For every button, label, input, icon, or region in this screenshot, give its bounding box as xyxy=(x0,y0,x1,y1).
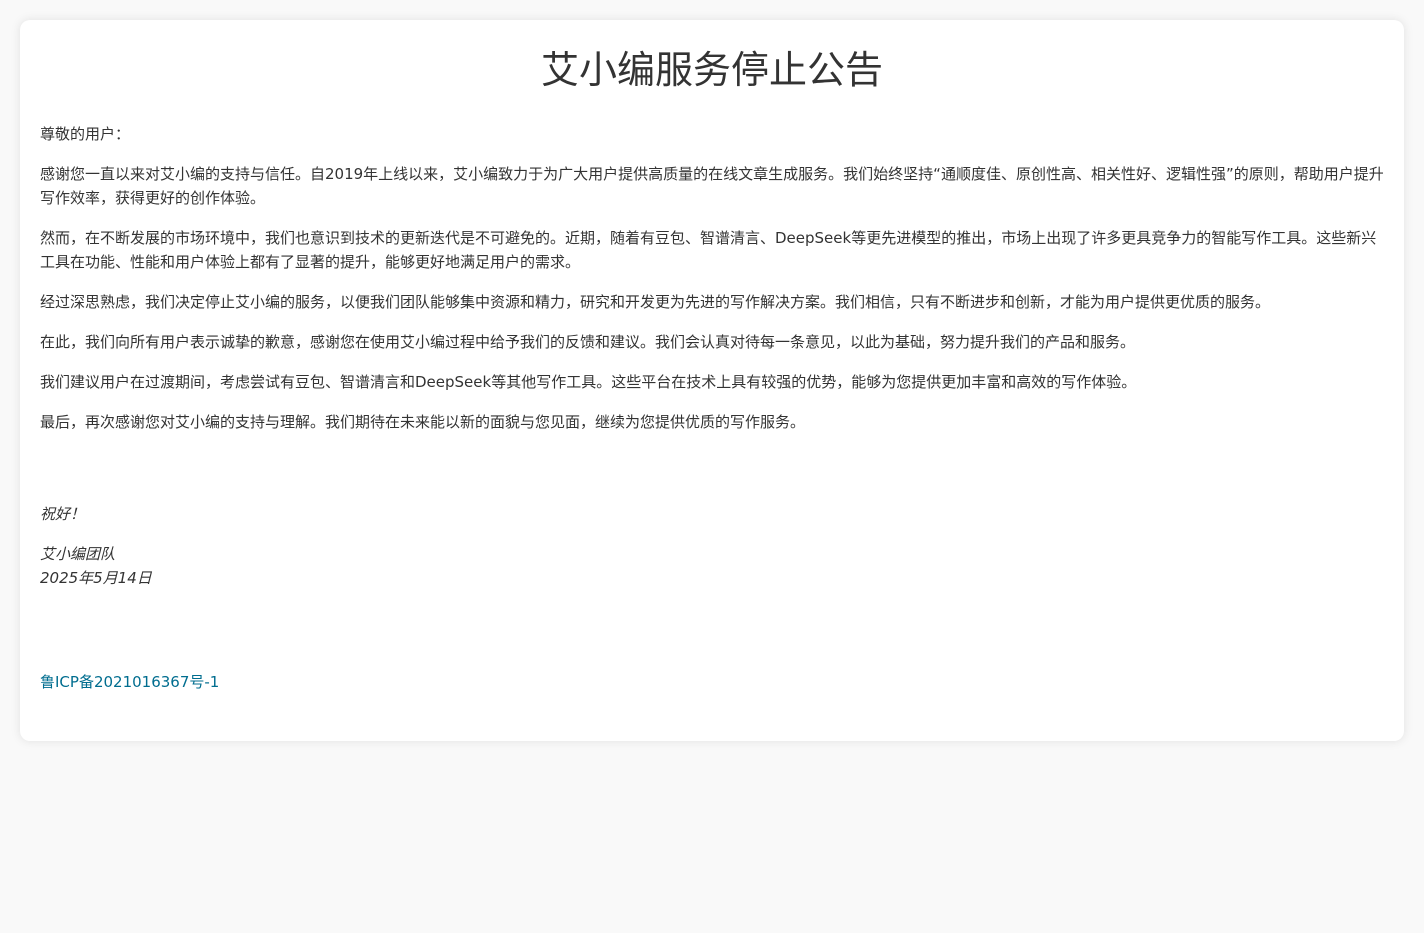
paragraph-apology: 在此，我们向所有用户表示诚挚的歉意，感谢您在使用艾小编过程中给予我们的反馈和建议… xyxy=(40,333,1136,351)
paragraph-thanks: 感谢您一直以来对艾小编的支持与信任。自2019年上线以来，艾小编致力于为广大用户… xyxy=(40,165,1384,207)
icp-link[interactable]: 鲁ICP备2021016367号-1 xyxy=(40,673,219,691)
notice-body: 尊敬的用户： 感谢您一直以来对艾小编的支持与信任。自2019年上线以来，艾小编致… xyxy=(40,122,1384,434)
notice-card: 艾小编服务停止公告 尊敬的用户： 感谢您一直以来对艾小编的支持与信任。自2019… xyxy=(20,20,1404,741)
paragraph-closing: 最后，再次感谢您对艾小编的支持与理解。我们期待在未来能以新的面貌与您见面，继续为… xyxy=(40,413,806,431)
signoff: 祝好！ 艾小编团队 2025年5月14日 xyxy=(40,502,1384,590)
paragraph-suggestion: 我们建议用户在过渡期间，考虑尝试有豆包、智谱清言和DeepSeek等其他写作工具… xyxy=(40,373,1137,391)
greeting: 祝好！ xyxy=(40,505,86,523)
signature-block: 艾小编团队 2025年5月14日 xyxy=(40,542,1384,590)
signature-date: 2025年5月14日 xyxy=(40,569,152,587)
paragraph-decision: 经过深思熟虑，我们决定停止艾小编的服务，以便我们团队能够集中资源和精力，研究和开… xyxy=(40,293,1271,311)
page-title: 艾小编服务停止公告 xyxy=(540,48,883,92)
footer: 鲁ICP备2021016367号-1 xyxy=(40,670,1384,694)
paragraph-market: 然而，在不断发展的市场环境中，我们也意识到技术的更新迭代是不可避免的。近期，随着… xyxy=(40,229,1377,271)
salutation: 尊敬的用户： xyxy=(40,125,131,143)
signature-team: 艾小编团队 xyxy=(40,545,116,563)
